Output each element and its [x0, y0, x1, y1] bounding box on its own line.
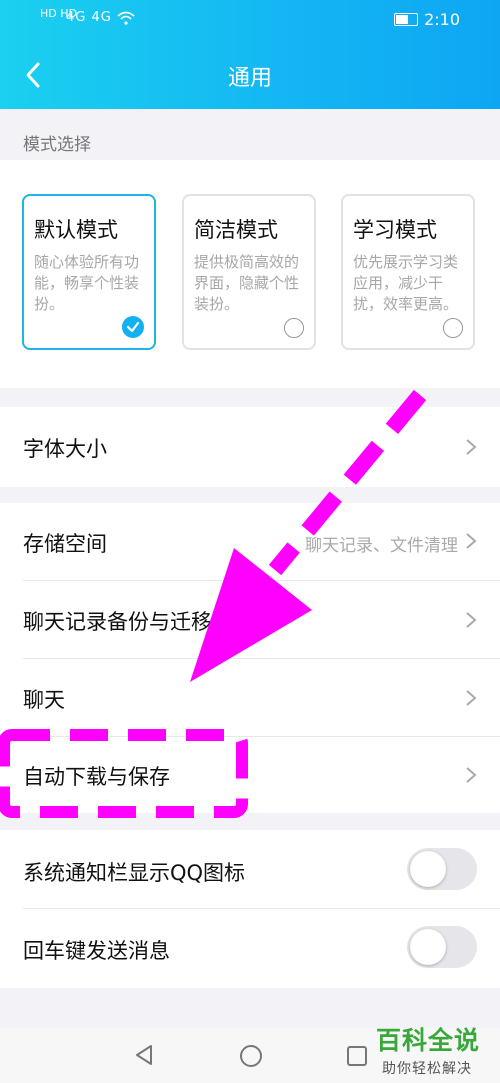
chat-label: 聊天	[23, 688, 65, 712]
storage-value: 聊天记录、文件清理	[305, 536, 458, 556]
watermark-logo: 百科全说 助你轻松解决	[368, 1019, 493, 1081]
toggle-settings-group: 系统通知栏显示QQ图标 回车键发送消息	[0, 830, 500, 988]
battery-icon	[394, 13, 419, 26]
nav-bar: 通用	[0, 42, 500, 109]
mode-card-study[interactable]: 学习模式 优先展示学习类应用，减少干扰，效率更高。	[341, 194, 475, 350]
radio-icon[interactable]	[443, 318, 463, 338]
notify-qq-icon-row: 系统通知栏显示QQ图标	[0, 830, 500, 908]
page-title: 通用	[227, 66, 272, 91]
app-header: HD HD 4G 4G 2:10 通用	[0, 0, 500, 109]
mode-panel: 默认模式 随心体验所有功能，畅享个性装扮。 简洁模式 提供极简高效的界面，隐藏个…	[0, 160, 500, 388]
chevron-right-icon	[466, 439, 477, 455]
mode-title: 学习模式	[353, 218, 437, 242]
font-size-label: 字体大小	[23, 437, 107, 461]
storage-row[interactable]: 存储空间 聊天记录、文件清理	[0, 503, 500, 580]
mode-title: 默认模式	[34, 218, 118, 242]
mode-desc: 随心体验所有功能，畅享个性装扮。	[34, 253, 140, 313]
status-time: 2:10	[424, 10, 460, 29]
mode-section-label: 模式选择	[23, 135, 91, 155]
chevron-right-icon	[466, 612, 477, 628]
toggle-knob	[410, 851, 446, 887]
check-icon[interactable]	[122, 316, 144, 338]
watermark-subtitle: 助你轻松解决	[382, 1061, 472, 1077]
toggle-knob	[410, 929, 446, 965]
notify-qq-icon-label: 系统通知栏显示QQ图标	[23, 861, 246, 885]
chevron-right-icon	[466, 690, 477, 706]
chat-row[interactable]: 聊天	[0, 659, 500, 737]
font-size-group: 字体大小	[0, 407, 500, 487]
signal-icon: 4G 4G	[66, 10, 135, 25]
enter-send-label: 回车键发送消息	[23, 939, 170, 963]
general-settings-group: 存储空间 聊天记录、文件清理 聊天记录备份与迁移 聊天 自动下载与保存	[0, 503, 500, 813]
auto-download-row[interactable]: 自动下载与保存	[0, 737, 500, 813]
mode-desc: 优先展示学习类应用，减少干扰，效率更高。	[353, 253, 459, 313]
font-size-row[interactable]: 字体大小	[0, 407, 500, 487]
notify-qq-icon-toggle[interactable]	[407, 848, 477, 890]
home-circle-icon[interactable]	[239, 1044, 263, 1068]
mode-title: 简洁模式	[194, 218, 278, 242]
enter-send-row: 回车键发送消息	[0, 909, 500, 988]
mode-card-simple[interactable]: 简洁模式 提供极简高效的界面，隐藏个性装扮。	[182, 194, 316, 350]
chevron-right-icon	[466, 533, 477, 549]
status-bar: HD HD 4G 4G 2:10	[0, 0, 500, 42]
wifi-icon	[117, 11, 135, 25]
auto-download-label: 自动下载与保存	[23, 765, 170, 789]
mode-desc: 提供极简高效的界面，隐藏个性装扮。	[194, 253, 300, 313]
back-triangle-icon[interactable]	[133, 1044, 155, 1066]
chevron-right-icon	[466, 767, 477, 783]
chat-backup-row[interactable]: 聊天记录备份与迁移	[0, 581, 500, 659]
chat-backup-label: 聊天记录备份与迁移	[23, 610, 212, 634]
status-right: 2:10	[394, 10, 460, 29]
enter-send-toggle[interactable]	[407, 926, 477, 968]
network-label: 4G 4G	[66, 10, 112, 25]
recents-square-icon[interactable]	[346, 1045, 368, 1067]
watermark-title: 百科全说	[376, 1026, 481, 1055]
storage-label: 存储空间	[23, 532, 107, 556]
mode-card-default[interactable]: 默认模式 随心体验所有功能，畅享个性装扮。	[22, 194, 156, 350]
radio-icon[interactable]	[284, 318, 304, 338]
